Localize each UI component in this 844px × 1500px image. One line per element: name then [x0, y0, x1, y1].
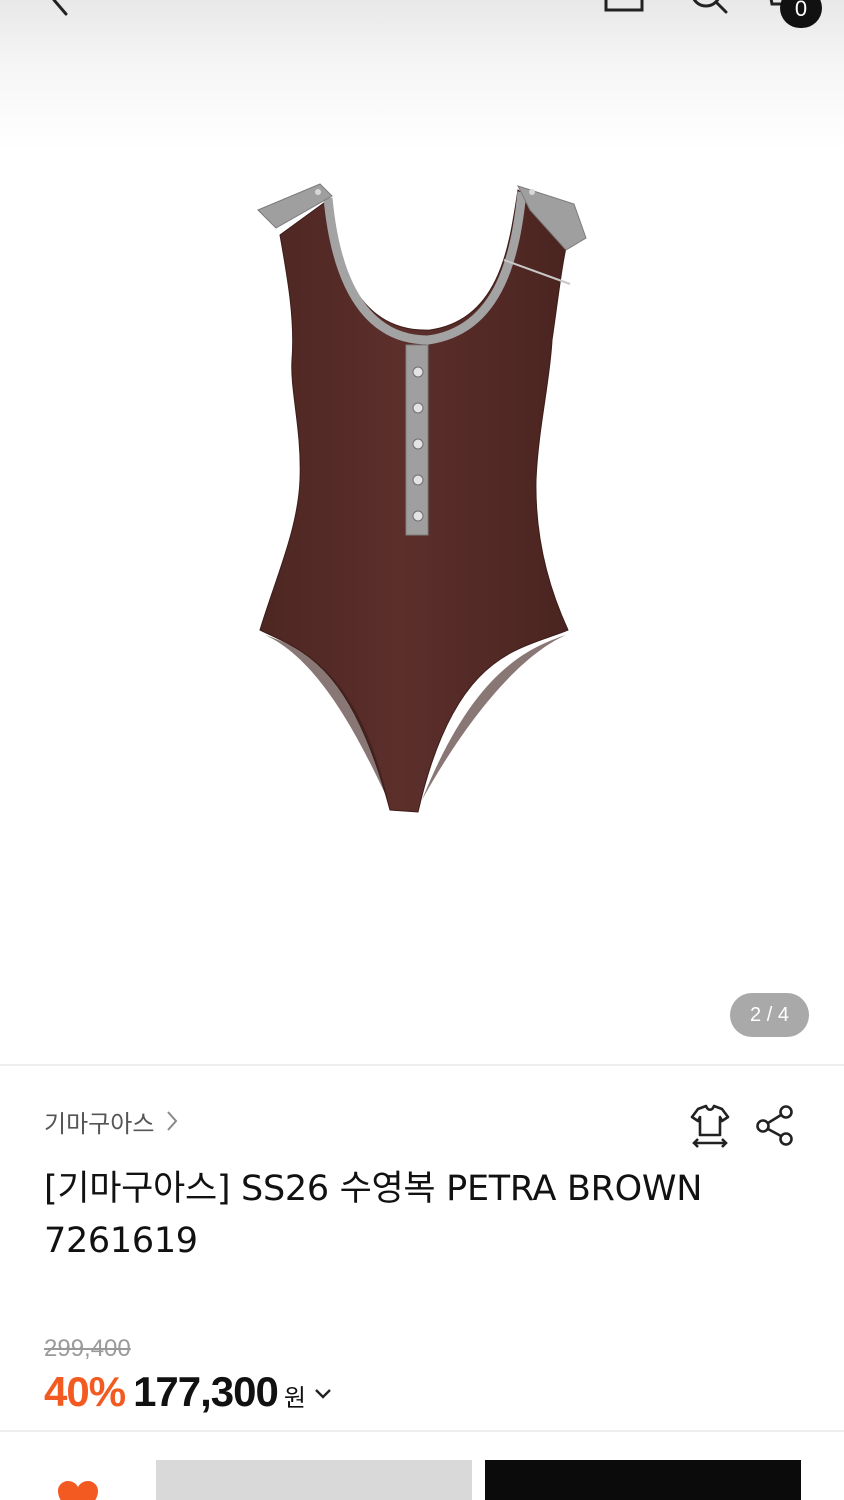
- section-divider: [0, 1064, 844, 1066]
- buy-now-button[interactable]: [485, 1460, 801, 1500]
- home-icon[interactable]: [602, 0, 646, 18]
- chevron-right-icon: [167, 1111, 178, 1131]
- product-title: [기마구아스] SS26 수영복 PETRA BROWN 7261619: [44, 1169, 703, 1261]
- heart-icon[interactable]: [56, 1480, 100, 1500]
- brand-link[interactable]: 기마구아스: [44, 1104, 180, 1138]
- sale-price: 177,300: [133, 1368, 279, 1415]
- bottom-bar-divider: [0, 1430, 844, 1432]
- top-bar: 0: [0, 0, 844, 150]
- cart-count-badge: 0: [780, 0, 822, 28]
- size-guide-icon[interactable]: [688, 1103, 732, 1149]
- chevron-down-icon[interactable]: [312, 1383, 334, 1405]
- discount-rate: 40%: [44, 1368, 126, 1415]
- search-icon[interactable]: [686, 0, 730, 18]
- currency-unit: 원: [283, 1384, 306, 1412]
- brand-name: 기마구아스: [44, 1109, 155, 1138]
- chevron-left-icon[interactable]: [40, 0, 80, 22]
- price-row[interactable]: 40% 177,300 원: [44, 1368, 334, 1420]
- product-image[interactable]: [240, 180, 600, 820]
- share-icon[interactable]: [754, 1104, 796, 1146]
- add-to-cart-button[interactable]: [156, 1460, 472, 1500]
- original-price: 299,400: [44, 1335, 131, 1362]
- image-page-indicator: 2 / 4: [730, 993, 809, 1037]
